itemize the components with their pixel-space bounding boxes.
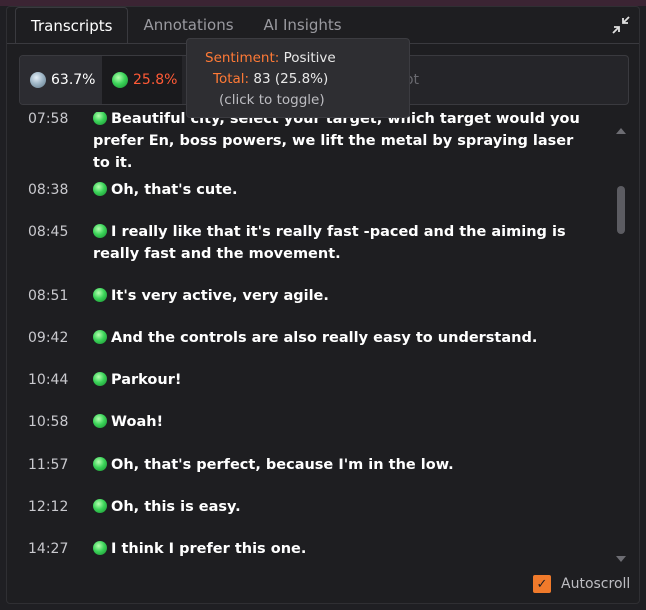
transcript-text: Oh, that's perfect, because I'm in the l… — [111, 457, 454, 473]
autoscroll-label: Autoscroll — [561, 576, 631, 592]
timestamp[interactable]: 10:44 — [28, 369, 68, 391]
tooltip-total-value: 83 (25.8%) — [253, 71, 329, 87]
autoscroll-toggle[interactable]: ✓ Autoscroll — [533, 575, 630, 593]
scroll-thumb[interactable] — [617, 186, 625, 234]
positive-sentiment-icon — [112, 72, 128, 88]
transcript-text: Parkour! — [111, 372, 182, 388]
timestamp[interactable]: 14:27 — [28, 538, 68, 560]
autoscroll-checkbox[interactable]: ✓ — [533, 575, 551, 593]
transcript-text: Oh, this is easy. — [111, 499, 241, 515]
timestamp[interactable]: 12:12 — [28, 496, 68, 518]
tooltip-hint: (click to toggle) — [219, 92, 325, 108]
timestamp[interactable]: 09:42 — [28, 327, 68, 349]
timestamp[interactable]: 08:51 — [28, 285, 68, 307]
positive-sentiment-icon — [93, 372, 107, 386]
tooltip-sentiment-label: Sentiment: — [205, 50, 280, 66]
vertical-scrollbar[interactable] — [614, 126, 628, 566]
positive-sentiment-icon — [93, 414, 107, 428]
positive-sentiment-icon — [93, 457, 107, 471]
neutral-sentiment-icon — [30, 72, 46, 88]
transcript-text: Beautiful city, select your target, whic… — [93, 112, 580, 171]
positive-sentiment-icon — [93, 330, 107, 344]
positive-sentiment-icon — [93, 499, 107, 513]
timestamp[interactable]: 11:57 — [28, 454, 68, 476]
neutral-percentage: 63.7% — [51, 72, 96, 88]
transcript-text: Woah! — [111, 414, 164, 430]
scroll-up-arrow-icon[interactable] — [616, 128, 626, 134]
timestamp[interactable]: 07:58 — [28, 112, 68, 130]
positive-sentiment-icon — [93, 112, 107, 125]
transcript-text: And the controls are also really easy to… — [111, 330, 538, 346]
transcript-text: It's very active, very agile. — [111, 288, 329, 304]
collapse-icon[interactable] — [611, 15, 631, 35]
timestamp[interactable]: 10:58 — [28, 411, 68, 433]
positive-percentage: 25.8% — [133, 72, 178, 88]
scroll-down-arrow-icon[interactable] — [616, 556, 626, 562]
transcript-list[interactable]: 07:58 Beautiful city, select your target… — [12, 112, 610, 564]
timestamp[interactable]: 08:38 — [28, 179, 68, 201]
tooltip-total-label: Total: — [213, 71, 250, 87]
positive-sentiment-icon — [93, 224, 107, 238]
transcript-text: I think I prefer this one. — [111, 541, 307, 557]
tab-transcripts[interactable]: Transcripts — [15, 7, 129, 43]
transcript-text: Oh, that's cute. — [111, 182, 238, 198]
positive-sentiment-icon — [93, 182, 107, 196]
positive-sentiment-icon — [93, 288, 107, 302]
neutral-sentiment-filter[interactable]: 63.7% — [20, 56, 102, 104]
timestamp[interactable]: 08:45 — [28, 221, 68, 243]
transcript-text: I really like that it's really fast -pac… — [93, 224, 566, 262]
sentiment-tooltip: Sentiment: Positive Total: 83 (25.8%) (c… — [186, 38, 410, 118]
positive-sentiment-filter[interactable]: 25.8% — [102, 56, 182, 104]
tooltip-sentiment-value: Positive — [283, 50, 336, 66]
positive-sentiment-icon — [93, 541, 107, 555]
